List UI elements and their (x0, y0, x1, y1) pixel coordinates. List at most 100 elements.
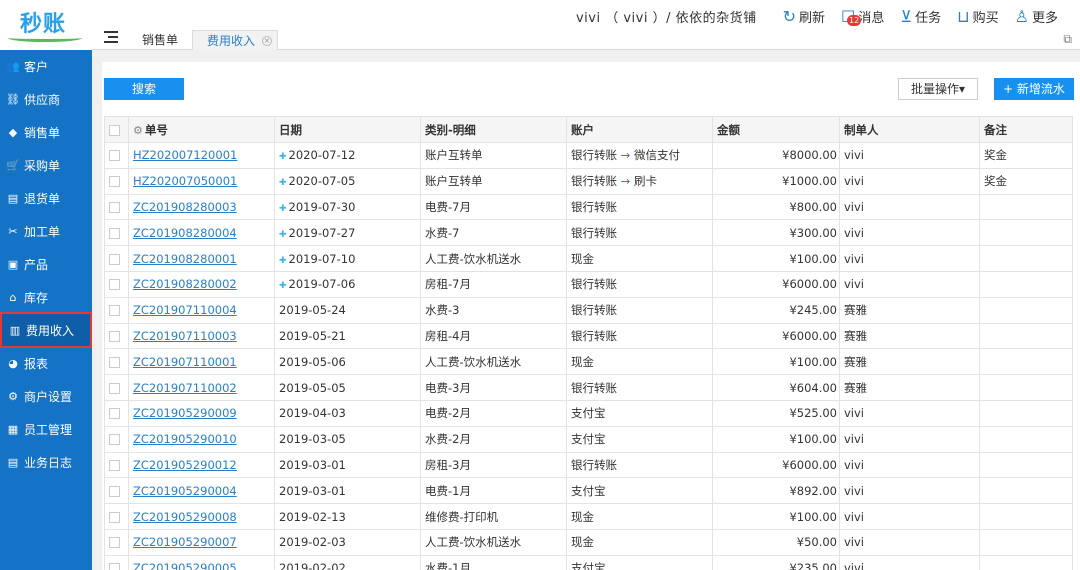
order-number-link[interactable]: HZ202007050001 (128, 167, 275, 195)
expand-plus-icon[interactable]: ✚ (279, 204, 287, 214)
sidebar-item-business-log[interactable]: ▤ 业务日志 (0, 446, 92, 479)
row-checkbox[interactable] (109, 434, 120, 446)
sidebar-item-sales-order[interactable]: ◆ 销售单 (0, 116, 92, 149)
order-number-link[interactable]: ZC201905290009 (128, 399, 275, 427)
expand-plus-icon[interactable]: ✚ (279, 152, 287, 162)
row-checkbox[interactable] (109, 253, 120, 265)
table-row[interactable]: ZC201905290008 2019-02-13 维修费-打印机 现金 ¥100.00… (104, 503, 1073, 530)
gear-icon[interactable]: ⚙ (133, 124, 143, 137)
order-number-link[interactable]: ZC201905290005 (128, 554, 275, 570)
order-number-link[interactable]: ZC201907110004 (128, 296, 275, 324)
messages-button[interactable]: ☐12 消息 (841, 7, 884, 26)
table-row[interactable]: ZC201905290004 2019-03-01 电费-1月 支付宝 ¥892.00 v… (104, 477, 1073, 505)
expand-plus-icon[interactable]: ✚ (279, 230, 287, 240)
row-checkbox[interactable] (109, 485, 120, 497)
order-number-link[interactable]: ZC201907110003 (128, 322, 275, 350)
row-checkbox[interactable] (109, 227, 120, 239)
order-number-link[interactable]: ZC201908280003 (128, 193, 275, 221)
order-number-link[interactable]: ZC201908280004 (128, 219, 275, 247)
app-logo[interactable]: 秒账 (0, 0, 92, 50)
row-checkbox[interactable] (109, 330, 120, 342)
row-checkbox[interactable] (109, 356, 120, 368)
note-cell (979, 193, 1073, 221)
order-number-link[interactable]: ZC201908280001 (128, 245, 275, 272)
buy-button[interactable]: ⊔ 购买 (957, 7, 999, 26)
table-row[interactable]: ZC201907110003 2019-05-21 房租-4月 银行转账 ¥6000.0… (104, 322, 1073, 350)
column-header-account[interactable]: 账户 (566, 116, 713, 143)
add-transaction-button[interactable]: + 新增流水 (994, 78, 1074, 100)
row-checkbox[interactable] (109, 305, 120, 317)
row-checkbox[interactable] (109, 408, 120, 420)
menu-collapse-icon[interactable] (104, 31, 118, 43)
expand-plus-icon[interactable]: ✚ (279, 281, 287, 291)
order-number-link[interactable]: ZC201907110002 (128, 374, 275, 401)
sidebar-item-return-order[interactable]: ▤ 退货单 (0, 182, 92, 215)
sidebar-item-inventory[interactable]: ⌂ 库存 (0, 281, 92, 314)
table-row[interactable]: HZ202007120001 ✚ 2020-07-12 账户互转单 银行转账 → 微信支… (104, 142, 1073, 169)
column-header-no[interactable]: ⚙ 单号 (128, 116, 275, 143)
table-row[interactable]: ZC201905290009 2019-04-03 电费-2月 支付宝 ¥525.00 v… (104, 399, 1073, 427)
row-checkbox[interactable] (109, 563, 120, 570)
sidebar-item-purchase-order[interactable]: 🛒 采购单 (0, 149, 92, 182)
table-row[interactable]: ZC201907110004 2019-05-24 水费-3 银行转账 ¥245.00 赛… (104, 296, 1073, 324)
close-icon[interactable]: × (262, 36, 273, 46)
date-cell: 2019-05-05 (274, 374, 421, 401)
order-number-link[interactable]: ZC201905290012 (128, 451, 275, 479)
row-checkbox[interactable] (109, 201, 120, 213)
row-checkbox[interactable] (109, 537, 120, 549)
tab-expense-income[interactable]: 费用收入 × (192, 30, 279, 50)
table-row[interactable]: ZC201907110002 2019-05-05 电费-3月 银行转账 ¥604.00… (104, 374, 1073, 401)
more-button[interactable]: ♙ 更多 (1015, 7, 1058, 26)
row-checkbox[interactable] (109, 150, 120, 162)
date-cell: 2019-05-06 (274, 348, 421, 376)
table-row[interactable]: ZC201908280004 ✚ 2019-07-27 水费-7 银行转账 ¥300.00… (104, 219, 1073, 247)
date-cell: 2019-05-24 (274, 296, 421, 324)
sidebar-item-staff[interactable]: ▦ 员工管理 (0, 413, 92, 446)
expand-plus-icon[interactable]: ✚ (279, 178, 287, 188)
row-checkbox[interactable] (109, 382, 120, 394)
tab-sales-order[interactable]: 销售单 (128, 30, 192, 50)
row-checkbox[interactable] (109, 176, 120, 188)
refresh-button[interactable]: ↻ 刷新 (783, 7, 825, 26)
order-number-link[interactable]: ZC201908280002 (128, 270, 275, 298)
table-row[interactable]: ZC201905290005 2019-02-02 水费-1月 支付宝 ¥235.00 v… (104, 554, 1073, 570)
column-header-note[interactable]: 备注 (979, 116, 1073, 143)
order-number-link[interactable]: ZC201905290004 (128, 477, 275, 505)
row-select-cell (104, 245, 129, 272)
date-value: 2019-03-01 (279, 457, 346, 472)
sidebar-item-processing-order[interactable]: ✂ 加工单 (0, 215, 92, 248)
order-number-link[interactable]: ZC201905290007 (128, 528, 275, 556)
expand-plus-icon[interactable]: ✚ (279, 256, 287, 266)
table-row[interactable]: ZC201905290010 2019-03-05 水费-2月 支付宝 ¥100.00 v… (104, 425, 1073, 453)
order-number-link[interactable]: ZC201907110001 (128, 348, 275, 376)
sidebar-item-merchant-settings[interactable]: ⚙ 商户设置 (0, 380, 92, 413)
sidebar-item-products[interactable]: ▣ 产品 (0, 248, 92, 281)
column-header-maker[interactable]: 制单人 (839, 116, 980, 143)
row-checkbox[interactable] (109, 511, 120, 523)
table-row[interactable]: ZC201905290012 2019-03-01 房租-3月 银行转账 ¥6000.0… (104, 451, 1073, 479)
sidebar-item-customers[interactable]: 👥 客户 (0, 50, 92, 83)
sidebar-item-suppliers[interactable]: ⛓ 供应商 (0, 83, 92, 116)
column-header-date[interactable]: 日期 (274, 116, 421, 143)
order-number-link[interactable]: HZ202007120001 (128, 142, 275, 169)
order-number-link[interactable]: ZC201905290008 (128, 503, 275, 530)
sidebar-item-reports[interactable]: ◕ 报表 (0, 347, 92, 380)
order-number-link[interactable]: ZC201905290010 (128, 425, 275, 453)
sidebar-item-expense-income[interactable]: ▥ 费用收入 (0, 312, 92, 348)
row-checkbox[interactable] (109, 279, 120, 291)
table-row[interactable]: ZC201908280003 ✚ 2019-07-30 电费-7月 银行转账 ¥800.0… (104, 193, 1073, 221)
select-all-checkbox[interactable] (109, 124, 120, 136)
row-checkbox[interactable] (109, 459, 120, 471)
table-row[interactable]: HZ202007050001 ✚ 2020-07-05 账户互转单 银行转账 → 刷卡 ¥… (104, 167, 1073, 195)
date-value: 2019-05-24 (279, 303, 346, 318)
column-header-amount[interactable]: 金额 (712, 116, 840, 143)
table-row[interactable]: ZC201907110001 2019-05-06 人工费-饮水机送水 现金 ¥100.… (104, 348, 1073, 376)
column-header-category[interactable]: 类别-明细 (420, 116, 567, 143)
table-row[interactable]: ZC201908280001 ✚ 2019-07-10 人工费-饮水机送水 现金 ¥100… (104, 245, 1073, 272)
fullscreen-icon[interactable]: ⧉ (1063, 32, 1072, 47)
table-row[interactable]: ZC201905290007 2019-02-03 人工费-饮水机送水 现金 ¥50.0… (104, 528, 1073, 556)
batch-actions-dropdown[interactable]: 批量操作▾ (898, 78, 978, 100)
search-button[interactable]: 搜索 (104, 78, 184, 100)
table-row[interactable]: ZC201908280002 ✚ 2019-07-06 房租-7月 银行转账 ¥6000.… (104, 270, 1073, 298)
tasks-button[interactable]: ⊻ 任务 (900, 7, 941, 26)
